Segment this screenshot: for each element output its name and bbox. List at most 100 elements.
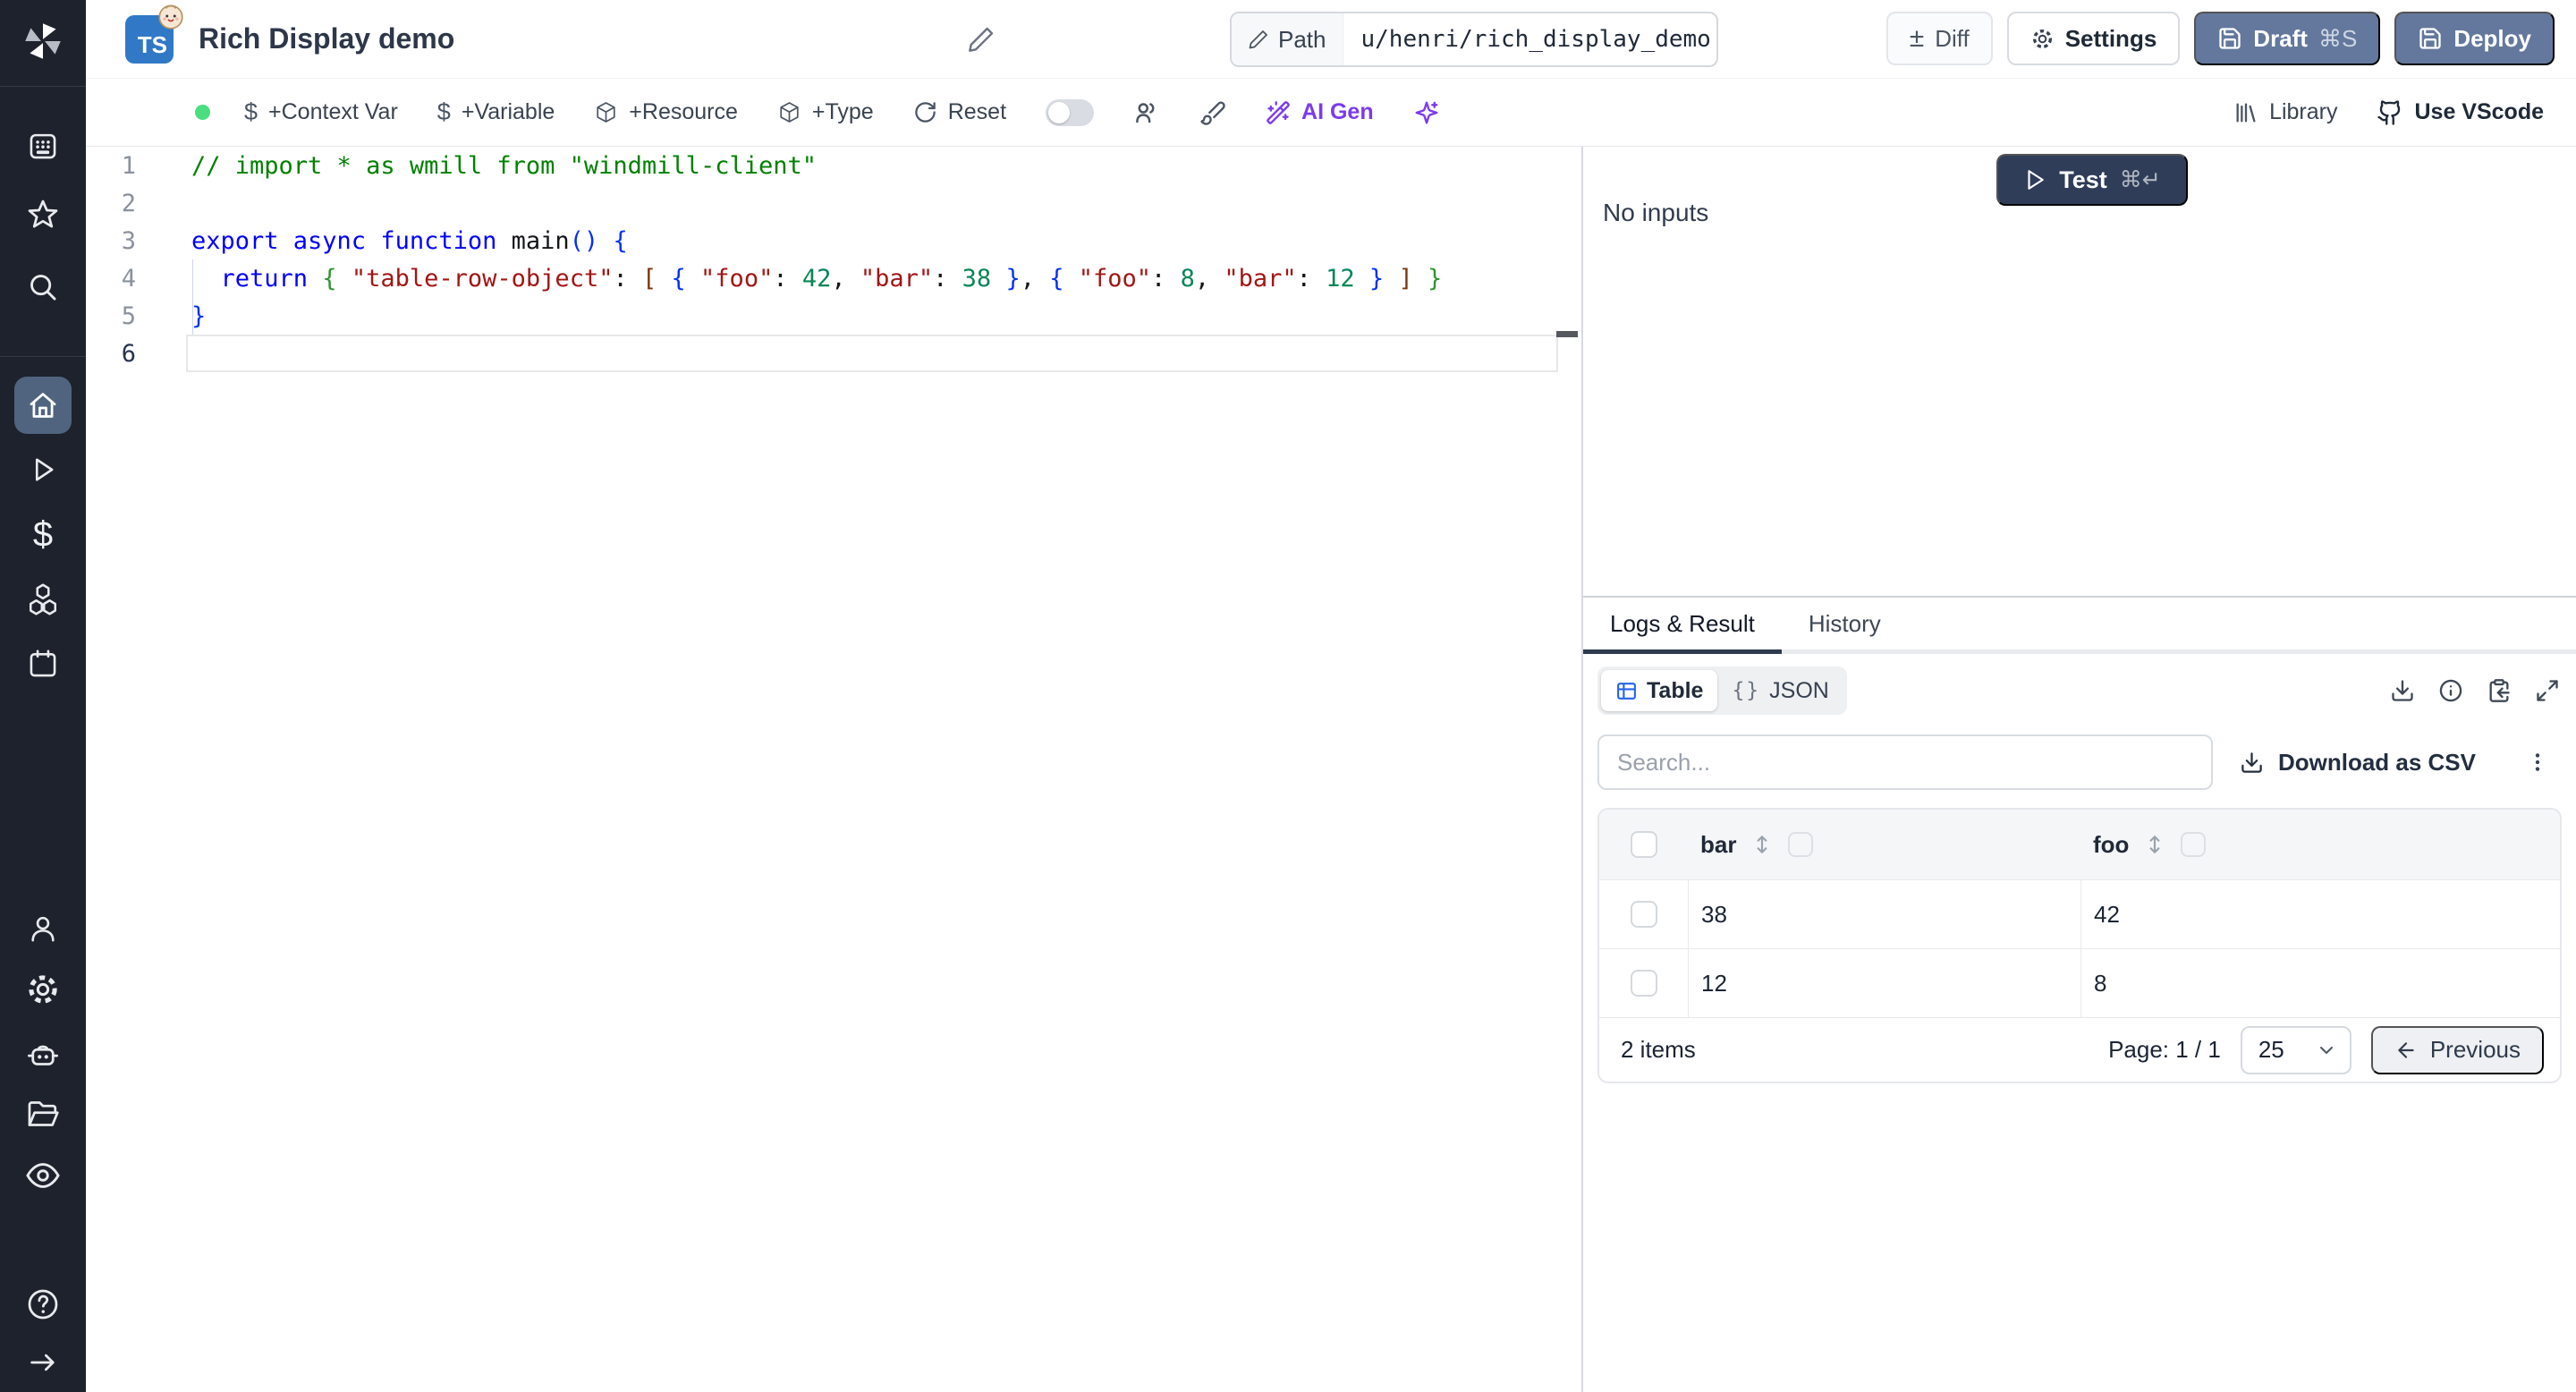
expand-sidebar-arrow-icon[interactable] — [27, 1346, 59, 1379]
add-context-var-button[interactable]: $ +Context Var — [244, 98, 398, 126]
table-body: 38 42 12 8 — [1599, 879, 2560, 1017]
sidebar-item-schedules-calendar-icon[interactable] — [26, 647, 60, 681]
search-icon[interactable] — [26, 270, 60, 304]
code-line[interactable]: 6 — [86, 335, 1581, 372]
search-input[interactable] — [1597, 734, 2213, 790]
sidebar: $ — [0, 0, 86, 1392]
column-filter-checkbox[interactable] — [1788, 832, 1814, 857]
sidebar-item-runs-play-icon[interactable] — [27, 454, 59, 486]
code-line[interactable]: 3 export async function main() { — [86, 222, 1581, 259]
users-icon[interactable] — [1133, 99, 1160, 126]
copy-clipboard-icon[interactable] — [2487, 678, 2512, 703]
use-vscode-button[interactable]: Use VScode — [2377, 99, 2544, 126]
draft-shortcut: ⌘S — [2318, 24, 2358, 52]
folders-icon[interactable] — [25, 1096, 61, 1132]
result-table: bar foo 38 42 12 8 2 items Page: 1 / 1 2… — [1597, 808, 2562, 1083]
code-line[interactable]: 4 return { "table-row-object": [ { "foo"… — [86, 259, 1581, 297]
line-number: 3 — [121, 226, 136, 255]
reset-button[interactable]: Reset — [913, 99, 1006, 125]
diff-mode-toggle[interactable] — [1046, 98, 1095, 126]
line-number: 6 — [121, 339, 136, 368]
library-icon — [2233, 100, 2258, 125]
table-header: bar foo — [1599, 810, 2560, 879]
previous-page-button[interactable]: Previous — [2370, 1025, 2544, 1074]
scrollbar-cursor-marker — [1556, 331, 1578, 337]
apps-icon[interactable] — [26, 129, 60, 163]
edit-summary-pencil-icon[interactable] — [967, 25, 996, 54]
play-icon — [2023, 168, 2046, 191]
code-line[interactable]: 1 // import * as wmill from "windmill-cli… — [86, 147, 1581, 184]
page-size-select[interactable]: 25 — [2240, 1025, 2351, 1074]
chevron-down-icon — [2316, 1040, 2337, 1061]
line-number: 4 — [121, 264, 136, 293]
workers-robot-icon[interactable] — [25, 1035, 61, 1071]
diff-button[interactable]: ± Diff — [1885, 12, 1993, 65]
sidebar-item-resources-cubes-icon[interactable] — [25, 581, 61, 617]
view-table-button[interactable]: Table — [1601, 670, 1718, 711]
sort-icon[interactable] — [1750, 833, 1774, 856]
sidebar-item-variables-dollar-icon[interactable]: $ — [33, 515, 53, 556]
table-icon — [1615, 680, 1638, 702]
draft-button[interactable]: Draft ⌘S — [2194, 12, 2381, 65]
tab-history[interactable]: History — [1782, 598, 1908, 649]
settings-gear-icon[interactable] — [25, 972, 61, 1007]
editor-code: 1 // import * as wmill from "windmill-cli… — [86, 147, 1581, 372]
code-editor[interactable]: 1 // import * as wmill from "windmill-cli… — [86, 147, 1581, 1392]
library-button[interactable]: Library — [2233, 99, 2337, 125]
row-checkbox[interactable] — [1630, 970, 1657, 997]
bracket-indent-guide — [192, 259, 193, 335]
deploy-button[interactable]: Deploy — [2394, 12, 2555, 65]
code-line[interactable]: 2 — [86, 184, 1581, 222]
favorites-star-icon[interactable] — [25, 197, 61, 233]
path-value: u/henri/rich_display_demo — [1360, 26, 1711, 53]
expand-fullscreen-icon[interactable] — [2535, 678, 2560, 703]
add-resource-button[interactable]: +Resource — [594, 99, 738, 125]
path-field[interactable]: Path u/henri/rich_display_demo — [1230, 12, 1718, 67]
script-language-badge: TS — [125, 4, 183, 64]
inputs-area: Test ⌘↵ No inputs — [1583, 147, 2576, 596]
audit-eye-icon[interactable] — [24, 1157, 62, 1194]
tab-logs-and-result[interactable]: Logs & Result — [1583, 598, 1782, 654]
page-indicator: Page: 1 / 1 — [2108, 1036, 2221, 1063]
help-icon[interactable] — [25, 1286, 61, 1322]
path-label: Path — [1232, 13, 1343, 65]
column-header-bar[interactable]: bar — [1688, 831, 2080, 859]
view-json-button[interactable]: {} JSON — [1717, 670, 1843, 711]
windmill-logo-icon[interactable] — [21, 19, 65, 64]
download-icon — [2240, 751, 2264, 775]
arrow-left-icon — [2394, 1039, 2418, 1062]
sidebar-divider — [0, 356, 86, 357]
column-filter-checkbox[interactable] — [2181, 832, 2207, 857]
user-icon[interactable] — [26, 912, 60, 946]
add-type-button[interactable]: +Type — [777, 99, 874, 125]
test-button[interactable]: Test ⌘↵ — [1996, 154, 2188, 206]
dollar-icon: $ — [244, 98, 258, 125]
add-variable-button[interactable]: $ +Variable — [437, 98, 555, 126]
download-csv-button[interactable]: Download as CSV — [2240, 749, 2476, 777]
info-icon[interactable] — [2438, 678, 2463, 703]
sparkles-icon[interactable] — [1413, 99, 1440, 126]
main-area: TS Rich Display demo Path u/henri/rich_d… — [86, 0, 2576, 1392]
column-header-foo[interactable]: foo — [2080, 831, 2560, 859]
sidebar-item-home[interactable] — [14, 377, 72, 434]
more-options-kebab-icon[interactable] — [2526, 751, 2549, 774]
result-tabs: Logs & Result History — [1583, 598, 2576, 654]
download-result-icon[interactable] — [2390, 678, 2415, 703]
items-count: 2 items — [1621, 1036, 1696, 1063]
header-actions: ± Diff Settings Draft ⌘S Deploy — [1885, 12, 2555, 65]
toolbar-right: Library Use VScode — [2233, 99, 2544, 126]
braces-icon: {} — [1732, 679, 1761, 702]
settings-button[interactable]: Settings — [2006, 12, 2181, 65]
row-checkbox[interactable] — [1630, 901, 1657, 928]
ai-gen-button[interactable]: AI Gen — [1266, 99, 1374, 125]
plus-minus-icon: ± — [1909, 23, 1925, 53]
line-number: 1 — [121, 151, 136, 180]
table-row[interactable]: 38 42 — [1599, 879, 2560, 948]
table-row[interactable]: 12 8 — [1599, 948, 2560, 1017]
code-line[interactable]: 5} — [86, 297, 1581, 335]
select-all-checkbox[interactable] — [1630, 831, 1657, 858]
sort-icon[interactable] — [2143, 833, 2166, 856]
format-brush-icon[interactable] — [1199, 99, 1226, 126]
code-text: export async function main() { — [191, 226, 628, 255]
content-split: 1 // import * as wmill from "windmill-cli… — [86, 147, 2576, 1392]
